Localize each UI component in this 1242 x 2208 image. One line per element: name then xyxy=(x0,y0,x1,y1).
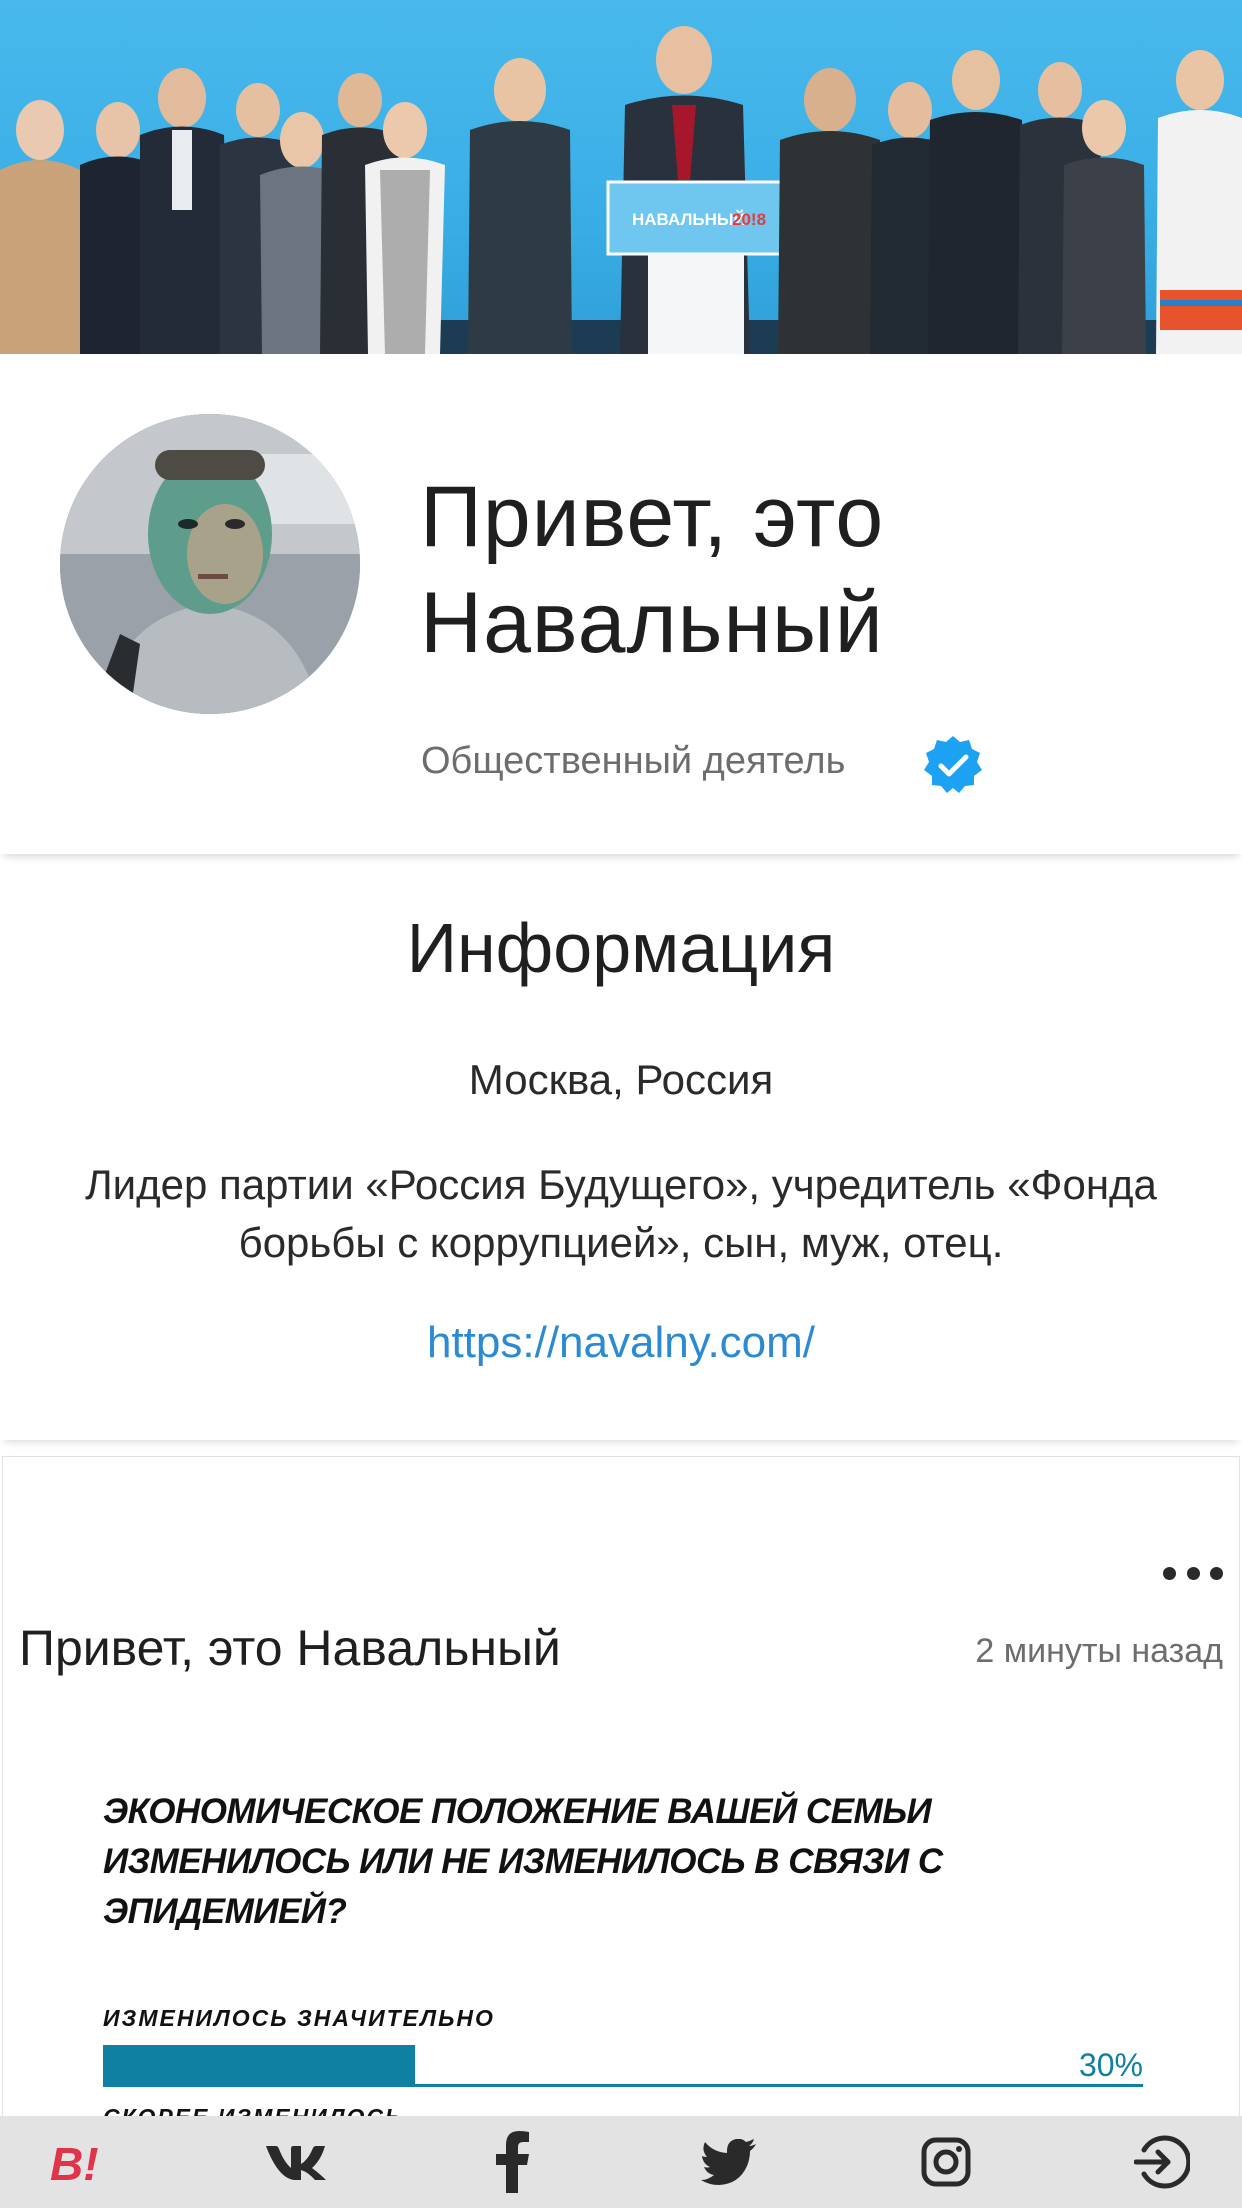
info-heading: Информация xyxy=(406,909,836,987)
login-icon xyxy=(1133,2135,1190,2189)
profile-name: Привет, это Навальный xyxy=(420,469,885,671)
profile-card: Привет, это Навальный Общественный деяте… xyxy=(0,354,1242,854)
instagram-icon xyxy=(921,2137,971,2187)
post-author[interactable]: Привет, это Навальный xyxy=(19,1617,561,1679)
profile-role: Общественный деятель xyxy=(421,740,846,782)
post-headline: ЭКОНОМИЧЕСКОЕ ПОЛОЖЕНИЕ ВАШЕЙ СЕМЬИ ИЗМЕ… xyxy=(103,1792,943,1931)
nav-facebook[interactable] xyxy=(463,2116,563,2208)
facebook-icon xyxy=(495,2131,529,2193)
avatar[interactable] xyxy=(60,414,360,714)
nav-twitter[interactable] xyxy=(679,2116,779,2208)
bar-value: 30% xyxy=(1078,2047,1143,2083)
bar-label: ИЗМЕНИЛОСЬ ЗНАЧИТЕЛЬНО xyxy=(103,2005,495,2031)
app-logo-icon: В! xyxy=(50,2138,99,2190)
post-card: Привет, это Навальный 2 минуты назад ЭКО… xyxy=(2,1456,1240,2130)
bar-track: 30% xyxy=(103,2045,1143,2087)
podium-text: НАВАЛЬНЫЙ xyxy=(632,210,746,229)
menu-dot xyxy=(1163,1566,1176,1580)
more-dots-icon[interactable] xyxy=(1163,1561,1223,1585)
app-logo-text: В! xyxy=(50,2138,99,2190)
post-timestamp: 2 минуты назад xyxy=(975,1632,1223,1670)
cover-banner: НАВАЛЬНЫЙ 20!8 xyxy=(0,0,1242,354)
menu-dot xyxy=(1186,1566,1200,1580)
info-section: Информация Москва, Россия Лидер партии «… xyxy=(0,870,1242,1440)
info-bio: Лидер партии «Россия Будущего», учредите… xyxy=(85,1161,1157,1266)
nav-vk[interactable] xyxy=(246,2116,346,2208)
info-location: Москва, Россия xyxy=(468,1056,774,1103)
bar-fill xyxy=(103,2045,415,2087)
nav-home[interactable]: В! xyxy=(30,2116,130,2208)
twitter-icon xyxy=(701,2139,757,2185)
nav-login[interactable] xyxy=(1112,2116,1212,2208)
menu-dot xyxy=(1210,1566,1223,1580)
verified-badge-icon xyxy=(924,736,982,793)
bottom-nav: В! xyxy=(0,2116,1242,2208)
website-link[interactable]: https://navalny.com/ xyxy=(0,1316,1242,1370)
vk-icon xyxy=(266,2146,327,2180)
nav-instagram[interactable] xyxy=(896,2116,996,2208)
cover-photo: НАВАЛЬНЫЙ 20!8 xyxy=(0,26,1242,354)
podium-year: 20!8 xyxy=(732,210,766,229)
